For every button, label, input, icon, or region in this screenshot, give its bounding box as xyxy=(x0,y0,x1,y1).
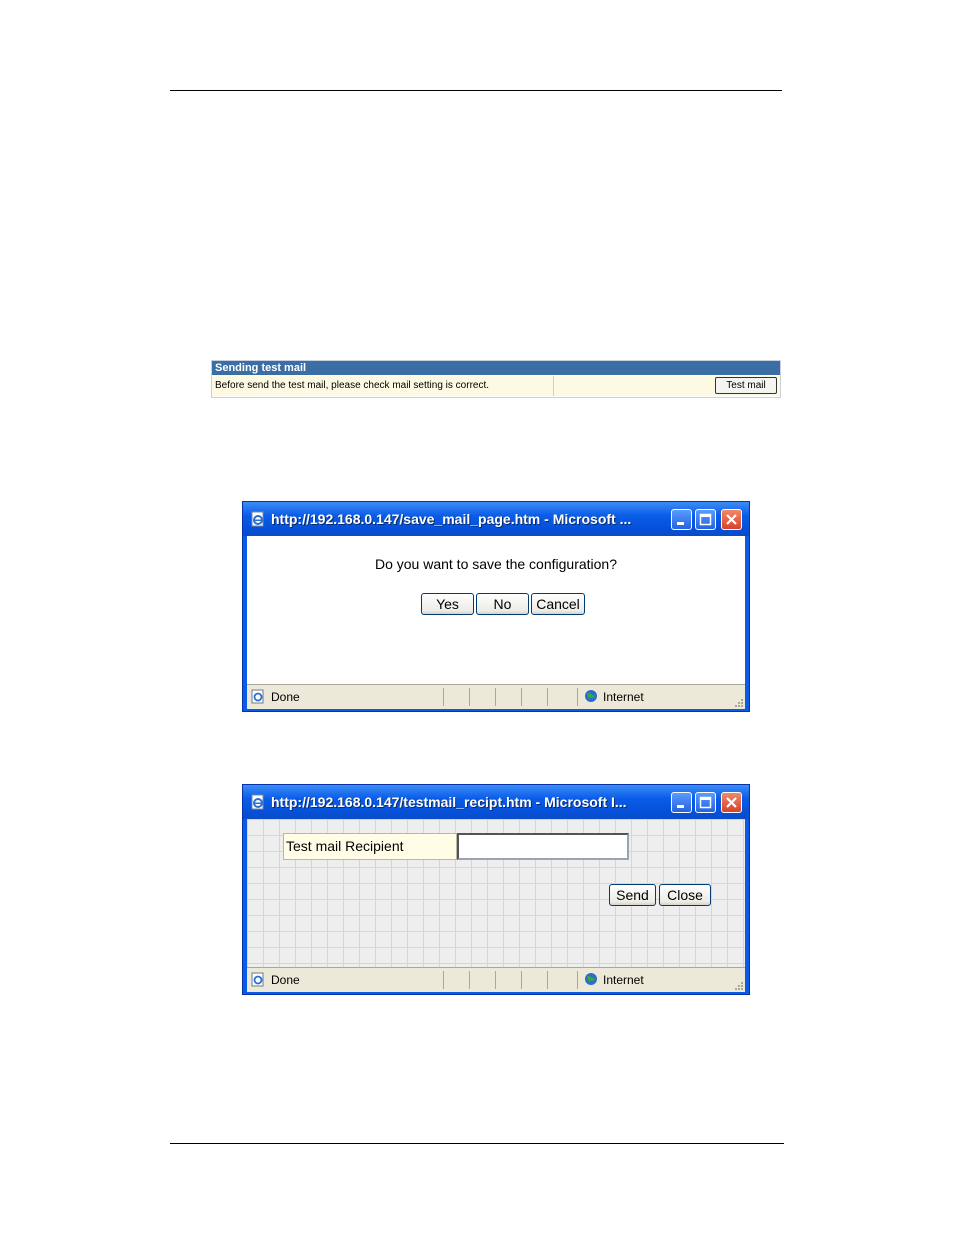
recipient-label: Test mail Recipient xyxy=(283,833,457,860)
close-icon xyxy=(726,514,737,525)
close-icon xyxy=(726,797,737,808)
no-button[interactable]: No xyxy=(476,593,529,615)
minimize-button[interactable] xyxy=(671,792,692,813)
status-bar: Done Internet xyxy=(247,684,745,709)
save-config-window: http://192.168.0.147/save_mail_page.htm … xyxy=(242,501,750,712)
panel-description: Before send the test mail, please check … xyxy=(215,380,490,391)
dialog-content: Do you want to save the configuration? Y… xyxy=(247,536,745,684)
zone-text: Internet xyxy=(603,690,644,704)
ie-page-icon xyxy=(251,794,264,810)
header-rule xyxy=(170,90,782,91)
status-bar: Done Internet xyxy=(247,967,745,992)
status-divider xyxy=(495,688,496,706)
yes-button[interactable]: Yes xyxy=(421,593,474,615)
cancel-button[interactable]: Cancel xyxy=(531,593,585,615)
status-divider xyxy=(495,971,496,989)
status-divider xyxy=(469,688,470,706)
close-window-button[interactable] xyxy=(721,792,742,813)
test-mail-button[interactable]: Test mail xyxy=(715,377,777,394)
status-text: Done xyxy=(271,690,300,704)
panel-row: Before send the test mail, please check … xyxy=(212,376,780,396)
save-question: Do you want to save the configuration? xyxy=(374,556,618,572)
internet-globe-icon xyxy=(585,690,597,702)
panel-title: Sending test mail xyxy=(212,361,780,375)
title-bar[interactable]: http://192.168.0.147/testmail_recipt.htm… xyxy=(243,785,749,819)
panel-divider xyxy=(553,376,554,396)
page-done-icon xyxy=(251,689,264,704)
status-divider xyxy=(577,971,578,989)
status-divider xyxy=(547,971,548,989)
close-button[interactable]: Close xyxy=(659,884,711,906)
internet-globe-icon xyxy=(585,973,597,985)
status-divider xyxy=(577,688,578,706)
maximize-icon xyxy=(699,513,712,526)
status-divider xyxy=(469,971,470,989)
maximize-icon xyxy=(699,796,712,809)
minimize-button[interactable] xyxy=(671,509,692,530)
status-divider xyxy=(443,971,444,989)
ie-page-icon xyxy=(251,511,264,527)
dialog-content: Test mail Recipient Send Close xyxy=(247,819,745,967)
title-bar[interactable]: http://192.168.0.147/save_mail_page.htm … xyxy=(243,502,749,536)
sending-test-mail-panel: Sending test mail Before send the test m… xyxy=(211,360,781,398)
status-text: Done xyxy=(271,973,300,987)
status-divider xyxy=(521,971,522,989)
window-title: http://192.168.0.147/testmail_recipt.htm… xyxy=(271,794,627,810)
resize-grip-icon[interactable] xyxy=(733,697,743,707)
zone-text: Internet xyxy=(603,973,644,987)
status-divider xyxy=(443,688,444,706)
resize-grip-icon[interactable] xyxy=(733,980,743,990)
maximize-button[interactable] xyxy=(695,509,716,530)
maximize-button[interactable] xyxy=(695,792,716,813)
recipient-input[interactable] xyxy=(457,833,629,860)
window-title: http://192.168.0.147/save_mail_page.htm … xyxy=(271,511,632,527)
status-divider xyxy=(521,688,522,706)
footer-rule xyxy=(170,1143,784,1144)
close-window-button[interactable] xyxy=(721,509,742,530)
test-mail-recipient-window: http://192.168.0.147/testmail_recipt.htm… xyxy=(242,784,750,995)
page-done-icon xyxy=(251,972,264,987)
status-divider xyxy=(547,688,548,706)
minimize-icon xyxy=(677,522,684,525)
minimize-icon xyxy=(677,805,684,808)
send-button[interactable]: Send xyxy=(609,884,656,906)
